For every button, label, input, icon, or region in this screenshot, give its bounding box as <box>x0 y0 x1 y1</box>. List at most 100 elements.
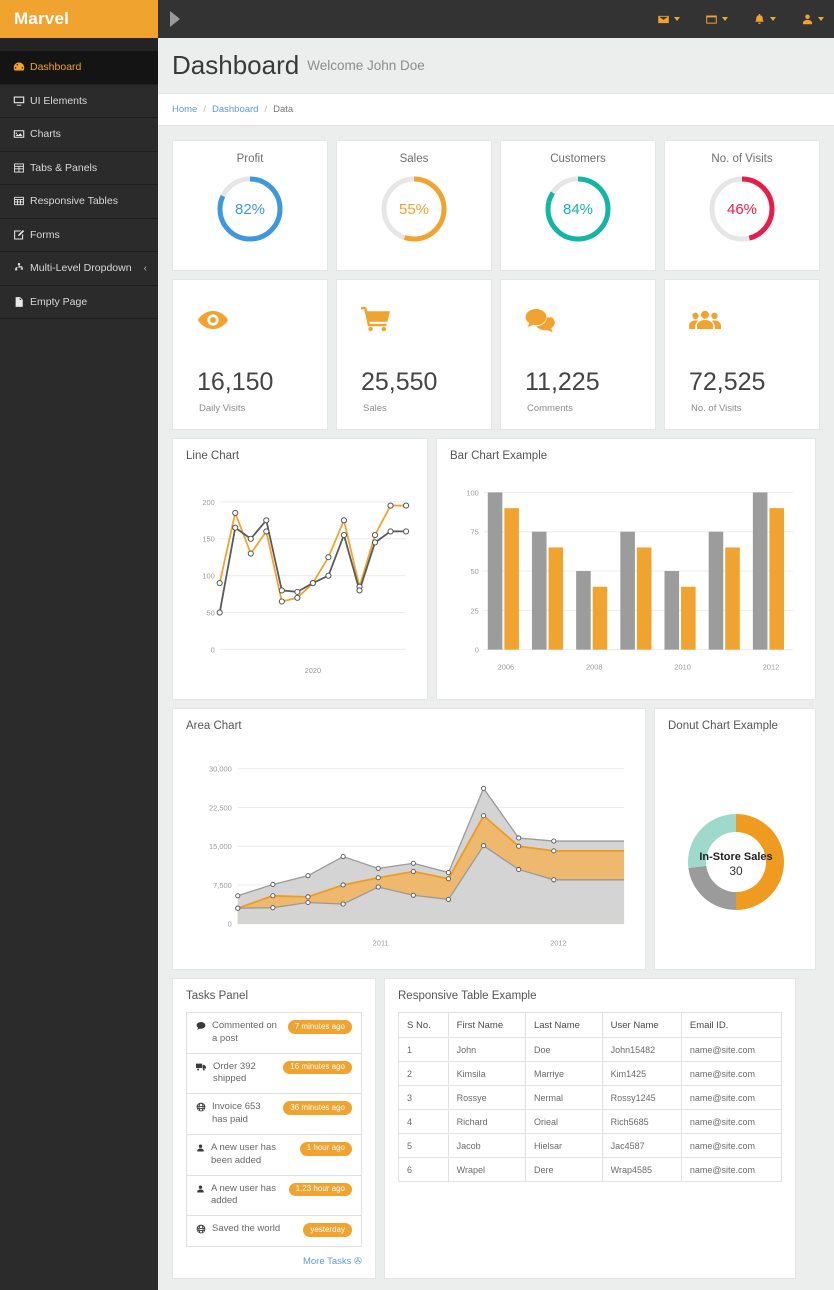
table-cell: Rossy1245 <box>601 1085 682 1110</box>
responsive-table: S No. First Name Last Name User Name Email I… <box>398 1012 783 1182</box>
sitemap-icon <box>13 262 30 274</box>
svg-text:0: 0 <box>211 645 215 654</box>
svg-text:15,000: 15,000 <box>209 842 232 851</box>
sidebar-item-label: Tabs & Panels <box>30 161 98 174</box>
gauge-title: Sales <box>399 153 429 165</box>
breadcrumb-dashboard[interactable]: Dashboard <box>212 104 258 115</box>
sidebar-item-empty-page[interactable]: Empty Page <box>0 286 158 319</box>
gauge-customers: 84% <box>542 173 614 245</box>
table-column-header: User Name <box>601 1012 682 1038</box>
area-donut-row: Area Chart 0 7,500 15,000 22,500 30,000 2011 2… <box>172 708 820 970</box>
file-icon <box>13 296 30 308</box>
sidebar-item-responsive-tables[interactable]: Responsive Tables <box>0 185 158 219</box>
task-label: Commented on a post <box>212 1020 277 1044</box>
table-column-header: Last Name <box>524 1012 603 1038</box>
stat-card-sales: 25,550 Sales <box>336 279 492 430</box>
task-item[interactable]: Saved the world yesterday <box>187 1216 361 1247</box>
task-label: A new user has been added <box>211 1141 276 1166</box>
eye-icon <box>197 300 229 340</box>
task-item[interactable]: A new user has added 1.23 hour ago <box>187 1176 361 1217</box>
globe-icon <box>196 1224 206 1239</box>
sidebar-item-multi-level-dropdown[interactable]: Multi-Level Dropdown ‹ <box>0 252 158 286</box>
chevron-left-icon[interactable]: ‹ <box>144 263 147 274</box>
stat-label: Comments <box>527 403 573 414</box>
svg-text:50: 50 <box>206 609 214 618</box>
stat-number: 25,550 <box>361 368 438 396</box>
table-body: 1 John Doe John15482 name@site.com 2 Kimsila Ma… <box>398 1037 783 1182</box>
task-time-badge: 1.23 hour ago <box>288 1182 352 1197</box>
gauge-value: 84% <box>562 200 594 218</box>
sidebar-item-label: Multi-Level Dropdown <box>30 262 132 275</box>
chevron-down-icon <box>674 17 680 21</box>
more-tasks-label: More Tasks <box>302 1255 352 1267</box>
sidebar-item-ui-elements[interactable]: UI Elements <box>0 85 158 118</box>
user-icon <box>801 13 814 26</box>
table-cell: 3 <box>398 1085 449 1110</box>
bar-chart: 0 25 50 75 100 2006 2008 2010 2012 <box>466 488 794 672</box>
task-label: Order 392 shipped <box>213 1060 256 1085</box>
svg-text:2011: 2011 <box>373 939 389 948</box>
messages-menu[interactable] <box>657 13 680 26</box>
responsive-table-panel: Responsive Table Example S No. First Name… <box>384 978 796 1279</box>
tasks-table-row: Tasks Panel Commented on a post 7 minutes… <box>172 978 820 1279</box>
sidebar-toggle-icon[interactable] <box>170 11 180 27</box>
topbar-icon-group <box>632 0 824 38</box>
stat-number: 16,150 <box>197 368 274 396</box>
table-cell: name@site.com <box>680 1157 783 1182</box>
task-label: A new user has added <box>211 1182 276 1207</box>
table-cell: Marriye <box>524 1061 603 1086</box>
stat-card-row: 16,150 Daily Visits 25,550 Sales 11,225 … <box>172 279 820 430</box>
table-cell: Wrapel <box>447 1157 526 1182</box>
table-row: 2 Kimsila Marriye Kim1425 name@site.com <box>398 1061 783 1086</box>
task-label: Saved the world <box>212 1223 281 1235</box>
table-cell: Hielsar <box>524 1133 603 1158</box>
page-subtitle: Welcome John Doe <box>307 58 425 73</box>
sidebar-item-forms[interactable]: Forms <box>0 219 158 252</box>
table-header-row: S No. First Name Last Name User Name Email I… <box>398 1012 783 1038</box>
table-cell: Doe <box>524 1037 603 1062</box>
brand-name: Marvel <box>14 9 70 28</box>
sidebar-item-tabs-panels[interactable]: Tabs & Panels <box>0 152 158 185</box>
gauge-title: No. of Visits <box>711 153 773 165</box>
brand-logo[interactable]: Marvel <box>0 0 158 38</box>
bar-chart-panel: Bar Chart Example 0 25 50 75 100 2006 2008 2010… <box>436 438 816 700</box>
window-icon <box>705 13 718 26</box>
table-cell: Nermal <box>524 1085 603 1110</box>
line-chart-panel: Line Chart 0 50 100 150 200 2020 <box>172 438 428 700</box>
table-icon <box>13 195 30 207</box>
table-cell: name@site.com <box>680 1037 783 1062</box>
svg-text:2012: 2012 <box>550 939 567 948</box>
topbar <box>158 0 834 38</box>
more-tasks-link[interactable]: More Tasks ✇ <box>186 1256 362 1267</box>
bell-icon <box>753 13 766 26</box>
notifications-menu[interactable] <box>753 13 776 26</box>
task-item[interactable]: Invoice 653 has paid 36 minutes ago <box>187 1094 361 1135</box>
sidebar-item-dashboard[interactable]: Dashboard <box>0 51 158 85</box>
line-bar-row: Line Chart 0 50 100 150 200 2020 Bar Chart Ex… <box>172 438 820 700</box>
user-menu[interactable] <box>801 13 824 26</box>
comment-icon <box>196 1021 206 1036</box>
breadcrumb-separator: / <box>264 104 268 115</box>
table-cell: 1 <box>398 1037 449 1062</box>
cart-icon <box>361 300 391 340</box>
svg-text:30: 30 <box>729 864 743 878</box>
sidebar-item-label: UI Elements <box>30 94 88 107</box>
tasks-menu[interactable] <box>705 13 728 26</box>
gauge-value: 55% <box>398 200 430 218</box>
breadcrumb-current: Data <box>273 104 294 115</box>
task-item[interactable]: Commented on a post 7 minutes ago <box>187 1013 361 1054</box>
table-cell: John <box>447 1037 526 1062</box>
panel-title: Bar Chart Example <box>450 450 548 462</box>
envelope-icon <box>657 13 670 26</box>
svg-text:25: 25 <box>471 606 479 615</box>
svg-text:50: 50 <box>471 567 479 576</box>
chevron-down-icon <box>818 17 824 21</box>
task-item[interactable]: Order 392 shipped 16 minutes ago <box>187 1054 361 1095</box>
svg-text:2008: 2008 <box>586 663 603 672</box>
stat-number: 72,525 <box>689 368 766 396</box>
page-header: Dashboard Welcome John Doe <box>158 38 834 93</box>
task-item[interactable]: A new user has been added 1 hour ago <box>187 1135 361 1176</box>
sidebar-item-charts[interactable]: Charts <box>0 118 158 152</box>
breadcrumb-home[interactable]: Home <box>172 104 197 115</box>
panel-title: Line Chart <box>186 450 240 462</box>
